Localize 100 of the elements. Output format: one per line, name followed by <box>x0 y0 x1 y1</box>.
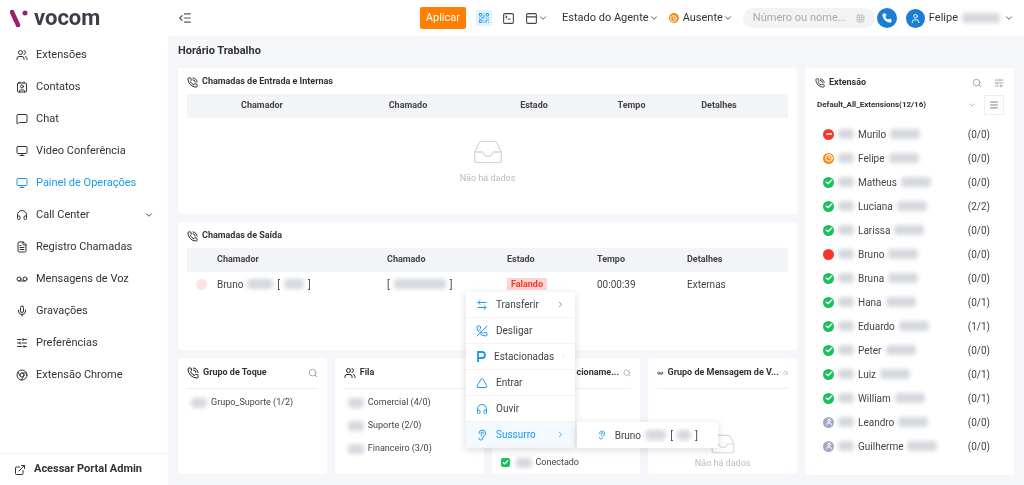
group-item[interactable]: Suporte (2/0) <box>367 418 422 433</box>
menu-item[interactable]: Entrar <box>466 370 575 396</box>
redacted-text <box>838 177 854 187</box>
phone-icon <box>187 230 198 242</box>
chat-icon <box>16 113 28 125</box>
extension-count: (0/1) <box>967 391 990 406</box>
card-title: Fila <box>359 366 376 380</box>
search-field[interactable]: Número ou nome... <box>742 8 875 28</box>
voicemail-icon <box>16 273 28 285</box>
search-icon[interactable] <box>307 368 318 378</box>
panel-title: Chamadas de Entrada e Internas <box>202 75 333 89</box>
sidebar-item[interactable]: Gravações <box>0 295 168 327</box>
external-link-icon <box>14 463 26 476</box>
sidebar-item[interactable]: Call Center <box>0 199 168 231</box>
menu-item[interactable]: Estacionadas <box>466 344 575 370</box>
phone-icon <box>815 78 825 88</box>
sidebar-item[interactable]: Video Conferência <box>0 135 168 167</box>
redacted-text <box>838 369 854 379</box>
avatar-icon[interactable] <box>905 8 925 28</box>
chevron-down-icon <box>968 101 976 109</box>
sidebar-item[interactable]: Extensões <box>0 39 168 71</box>
logo-icon <box>10 9 30 27</box>
chevron-down-icon[interactable] <box>1004 13 1014 23</box>
qr-code-icon[interactable] <box>476 10 492 26</box>
sidebar-item[interactable]: Chat <box>0 103 168 135</box>
extension-name: Luciana <box>858 199 893 214</box>
menu-item[interactable]: Transferir <box>466 292 575 318</box>
ear-icon <box>476 428 488 441</box>
sidebar-item[interactable]: Preferências <box>0 327 168 359</box>
search-icon[interactable] <box>972 78 982 88</box>
dialpad-icon[interactable] <box>855 13 865 23</box>
filter-icon[interactable] <box>994 78 1004 88</box>
group-item[interactable]: Comercial (4/0) <box>367 395 431 410</box>
page-title: Horário Trabalho <box>178 44 262 58</box>
chevron-down-icon <box>648 13 659 23</box>
extension-count: (0/0) <box>967 175 990 190</box>
search-icon[interactable] <box>782 368 788 378</box>
redacted-text <box>838 345 854 355</box>
redacted-text <box>838 201 854 211</box>
call-button[interactable] <box>876 8 897 28</box>
extension-count: (1/1) <box>967 319 990 334</box>
extension-count: (0/1) <box>967 295 990 310</box>
terminal-icon[interactable] <box>502 11 515 25</box>
extension-count: (0/0) <box>967 415 990 430</box>
menu-item[interactable]: Desligar <box>466 318 575 344</box>
agent-state-dropdown[interactable]: Estado do Agente <box>562 9 659 27</box>
redacted-text <box>247 279 274 289</box>
extension-name: Eduardo <box>858 319 895 334</box>
triangle-icon <box>476 376 488 389</box>
bracket: ] <box>449 277 453 292</box>
chevron-down-icon <box>722 13 733 23</box>
redacted-text <box>896 201 927 211</box>
redacted-text <box>676 430 692 440</box>
redacted-text <box>838 393 854 403</box>
redacted-text <box>907 441 938 451</box>
extension-count: (0/0) <box>967 127 990 142</box>
phone-icon <box>881 13 892 23</box>
submenu[interactable]: Bruno [ ] <box>577 422 718 448</box>
sliders-icon <box>16 337 28 349</box>
extension-name: Guilherme <box>858 439 904 454</box>
microphone-icon <box>16 305 28 317</box>
phone-icon <box>187 76 198 88</box>
ear-icon <box>597 429 607 441</box>
sidebar-item[interactable]: Mensagens de Voz <box>0 263 168 295</box>
bracket: [ <box>387 277 390 292</box>
user-name[interactable]: Felipe <box>928 9 958 27</box>
redacted-text <box>898 417 929 427</box>
group-item[interactable]: Conectado <box>535 455 579 470</box>
group-dropdown[interactable]: Default_All_Extensions(12/16) <box>815 96 978 114</box>
redacted-text <box>885 345 916 355</box>
redacted-text <box>347 443 364 454</box>
extension-name: Larissa <box>858 223 891 238</box>
headset-icon <box>476 402 488 415</box>
search-icon[interactable] <box>623 368 632 378</box>
group-item[interactable]: Financeiro (3/0) <box>367 441 432 456</box>
window-icon[interactable] <box>525 11 538 25</box>
sidebar-item[interactable]: Extensão Chrome <box>0 359 168 391</box>
extension-count: (0/1) <box>967 367 990 382</box>
admin-portal-link[interactable]: Acessar Portal Admin <box>0 453 168 485</box>
redacted-text <box>347 397 364 408</box>
sidebar-item[interactable]: Registro Chamadas <box>0 231 168 263</box>
caller-name: Bruno <box>217 277 244 292</box>
group-item[interactable]: Grupo_Suporte (1/2) <box>211 395 294 410</box>
panel-title: Chamadas de Saída <box>202 229 282 243</box>
contacts-icon <box>16 81 28 93</box>
column-header: Estado <box>507 253 536 267</box>
redacted-text <box>888 153 919 163</box>
bracket: ] <box>695 428 698 443</box>
collapse-menu-icon[interactable] <box>178 11 192 25</box>
submenu-name: Bruno <box>614 428 642 443</box>
extension-name: Murilo <box>858 127 887 142</box>
card-title: Grupo de Toque <box>203 366 268 380</box>
presence-dropdown[interactable]: Ausente <box>682 9 733 27</box>
redacted-text <box>894 393 925 403</box>
redacted-text <box>191 397 207 408</box>
document-icon <box>16 241 28 253</box>
sidebar-item[interactable]: Contatos <box>0 71 168 103</box>
redacted-text <box>888 273 919 283</box>
menu-button[interactable] <box>984 95 1004 115</box>
search-input[interactable]: Número ou nome... <box>752 9 856 27</box>
